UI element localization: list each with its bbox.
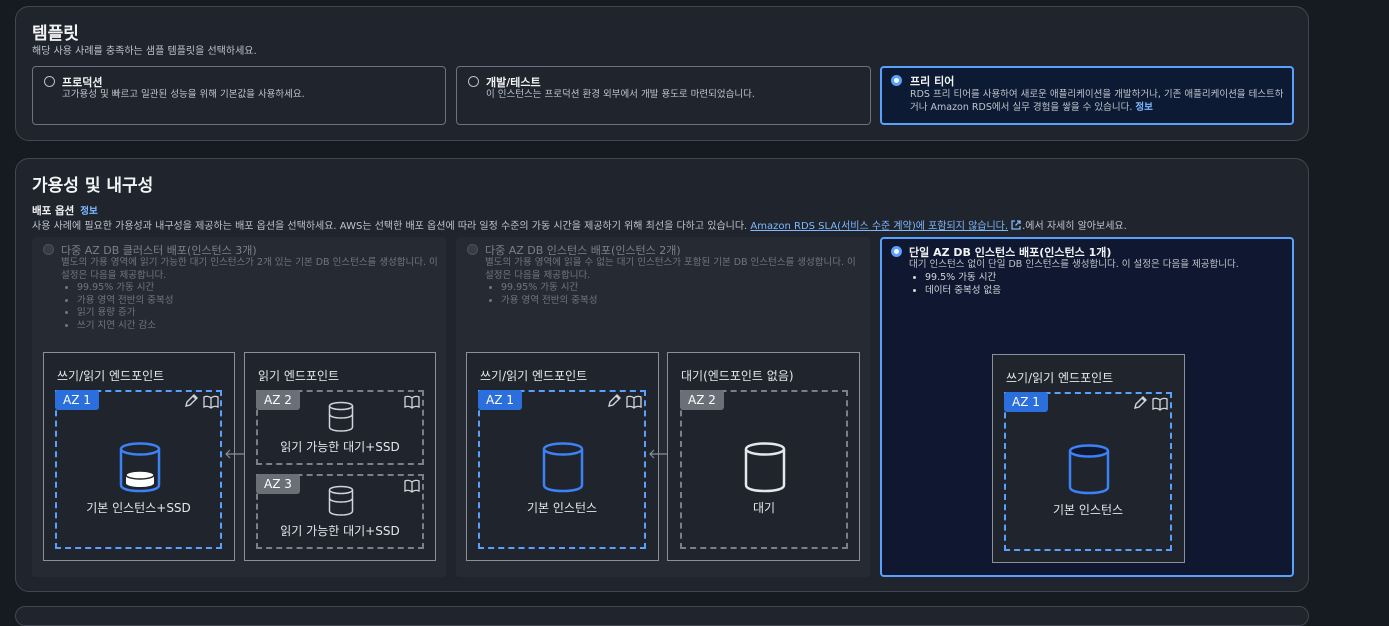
endpoint-title: 쓰기/읽기 엔드포인트	[480, 369, 588, 383]
availability-title: 가용성 및 내구성	[32, 176, 154, 196]
write-read-endpoint-box: 쓰기/읽기 엔드포인트 AZ 1 기본 인스턴스+SSD	[43, 352, 235, 561]
radio-icon	[467, 244, 478, 255]
instance-caption: 읽기 가능한 대기+SSD	[280, 440, 400, 454]
book-icon	[626, 394, 642, 413]
template-desc: 해당 사용 사례를 충족하는 샘플 템플릿을 선택하세요.	[32, 46, 257, 57]
bullet-item: 가용 영역 전반의 중복성	[77, 295, 173, 308]
endpoint-title: 대기(엔드포인트 없음)	[681, 369, 794, 383]
radio-icon[interactable]	[44, 76, 55, 87]
template-option-devtest[interactable]: 개발/테스트 이 인스턴스는 프로덕션 환경 외부에서 개발 용도로 마련되었습…	[456, 66, 871, 125]
instance-caption: 읽기 가능한 대기+SSD	[280, 524, 400, 538]
instance-caption: 기본 인스턴스	[1052, 503, 1124, 517]
az-zone: AZ 3 읽기 가능한 대기+SSD	[256, 474, 424, 549]
database-icon	[1067, 443, 1111, 499]
radio-icon[interactable]	[891, 246, 902, 257]
template-panel: 템플릿 해당 사용 사례를 충족하는 샘플 템플릿을 선택하세요. 프로덕션 고…	[15, 6, 1309, 141]
book-icon	[404, 478, 420, 497]
bullet-item: 99.95% 가동 시간	[501, 282, 597, 295]
pencil-icon	[606, 393, 622, 413]
database-icon	[541, 441, 585, 497]
instance-caption: 기본 인스턴스+SSD	[86, 501, 191, 515]
info-link[interactable]: 정보	[1135, 102, 1152, 113]
database-icon	[328, 401, 354, 437]
deploy-option-desc: 별도의 가용 영역에 읽을 수 없는 대기 인스턴스가 포함된 기본 DB 인스…	[485, 257, 856, 281]
radio-icon[interactable]	[468, 76, 479, 87]
deploy-option-multi-az-cluster: 다중 AZ DB 클러스터 배포(인스턴스 3개) 별도의 가용 영역에 읽기 …	[32, 237, 446, 577]
deploy-options-label: 배포 옵션 정보	[32, 205, 98, 217]
endpoint-title: 읽기 엔드포인트	[258, 369, 340, 383]
az-badge: AZ 1	[55, 390, 99, 410]
bullet-item: 99.5% 가동 시간	[925, 272, 1001, 285]
pencil-icon	[183, 393, 199, 413]
bullet-item: 데이터 중복성 없음	[925, 285, 1001, 298]
write-read-endpoint-box: 쓰기/읽기 엔드포인트 AZ 1 기본 인스턴스	[992, 354, 1185, 563]
az-badge: AZ 1	[1004, 392, 1048, 412]
template-option-production[interactable]: 프로덕션 고가용성 및 빠르고 일관된 성능을 위해 기본값을 사용하세요.	[32, 66, 446, 125]
database-icon	[743, 441, 787, 497]
write-read-endpoint-box: 쓰기/읽기 엔드포인트 AZ 1 기본 인스턴스	[466, 352, 659, 561]
az-zone: AZ 1 기본 인스턴스	[1004, 392, 1172, 551]
sla-link[interactable]: Amazon RDS SLA(서비스 수준 계약)에 포함되지 않습니다.	[750, 221, 1008, 232]
template-title: 템플릿	[32, 24, 79, 44]
next-panel	[15, 606, 1309, 626]
pencil-icon	[1132, 395, 1148, 415]
radio-icon	[43, 244, 54, 255]
az-zone: AZ 2 대기	[680, 390, 848, 549]
az-badge: AZ 1	[478, 390, 522, 410]
deploy-option-bullets: 99.95% 가동 시간 가용 영역 전반의 중복성 읽기 용량 증가 쓰기 지…	[63, 282, 173, 332]
availability-panel: 가용성 및 내구성 배포 옵션 정보 사용 사례에 필요한 가용성과 내구성을 제…	[15, 158, 1309, 592]
template-option-freetier[interactable]: 프리 티어 RDS 프리 티어를 사용하여 새로운 애플리케이션을 개발하거나,…	[880, 66, 1294, 125]
deploy-option-bullets: 99.95% 가동 시간 가용 영역 전반의 중복성	[487, 282, 597, 307]
endpoint-title: 쓰기/읽기 엔드포인트	[57, 369, 165, 383]
az-badge: AZ 2	[256, 390, 300, 410]
database-icon	[328, 485, 354, 521]
instance-caption: 기본 인스턴스	[526, 501, 598, 515]
instance-caption: 대기	[752, 501, 776, 515]
template-option-desc: RDS 프리 티어를 사용하여 새로운 애플리케이션을 개발하거나, 기존 애플…	[910, 89, 1284, 113]
az-badge: AZ 2	[680, 390, 724, 410]
bullet-item: 99.95% 가동 시간	[77, 282, 173, 295]
read-endpoint-box: 읽기 엔드포인트 AZ 2 읽기 가능한 대기+SSD AZ 3 읽기 가능한 …	[244, 352, 436, 561]
endpoint-title: 쓰기/읽기 엔드포인트	[1006, 371, 1114, 385]
template-option-title: 프리 티어	[910, 75, 955, 88]
deploy-option-bullets: 99.5% 가동 시간 데이터 중복성 없음	[911, 272, 1001, 297]
az-badge: AZ 3	[256, 474, 300, 494]
az-zone: AZ 2 읽기 가능한 대기+SSD	[256, 390, 424, 465]
database-icon	[118, 441, 162, 497]
template-option-desc: 이 인스턴스는 프로덕션 환경 외부에서 개발 용도로 마련되었습니다.	[486, 89, 755, 100]
deploy-options-desc: 사용 사례에 필요한 가용성과 내구성을 제공하는 배포 옵션을 선택하세요. …	[32, 220, 1127, 232]
book-icon	[1152, 396, 1168, 415]
az-zone: AZ 1 기본 인스턴스	[478, 390, 646, 549]
info-link[interactable]: 정보	[80, 206, 97, 217]
deploy-option-single-az-instance[interactable]: 단일 AZ DB 인스턴스 배포(인스턴스 1개) 대기 인스턴스 없이 단일 …	[880, 237, 1294, 577]
bullet-item: 쓰기 지연 시간 감소	[77, 320, 173, 333]
deploy-option-desc: 대기 인스턴스 없이 단일 DB 인스턴스를 생성합니다. 이 설정은 다음을 …	[909, 259, 1239, 270]
standby-endpoint-box: 대기(엔드포인트 없음) AZ 2 대기	[667, 352, 860, 561]
book-icon	[203, 394, 219, 413]
book-icon	[404, 394, 420, 413]
external-link-icon	[1008, 220, 1022, 232]
deploy-option-multi-az-instance: 다중 AZ DB 인스턴스 배포(인스턴스 2개) 별도의 가용 영역에 읽을 …	[456, 237, 870, 577]
bullet-item: 읽기 용량 증가	[77, 307, 173, 320]
radio-icon[interactable]	[891, 75, 902, 86]
deploy-option-desc: 별도의 가용 영역에 읽기 가능한 대기 인스턴스가 2개 있는 기본 DB 인…	[61, 257, 438, 281]
template-option-desc: 고가용성 및 빠르고 일관된 성능을 위해 기본값을 사용하세요.	[62, 89, 305, 100]
az-zone: AZ 1 기본 인스턴스+SSD	[55, 390, 222, 549]
bullet-item: 가용 영역 전반의 중복성	[501, 295, 597, 308]
